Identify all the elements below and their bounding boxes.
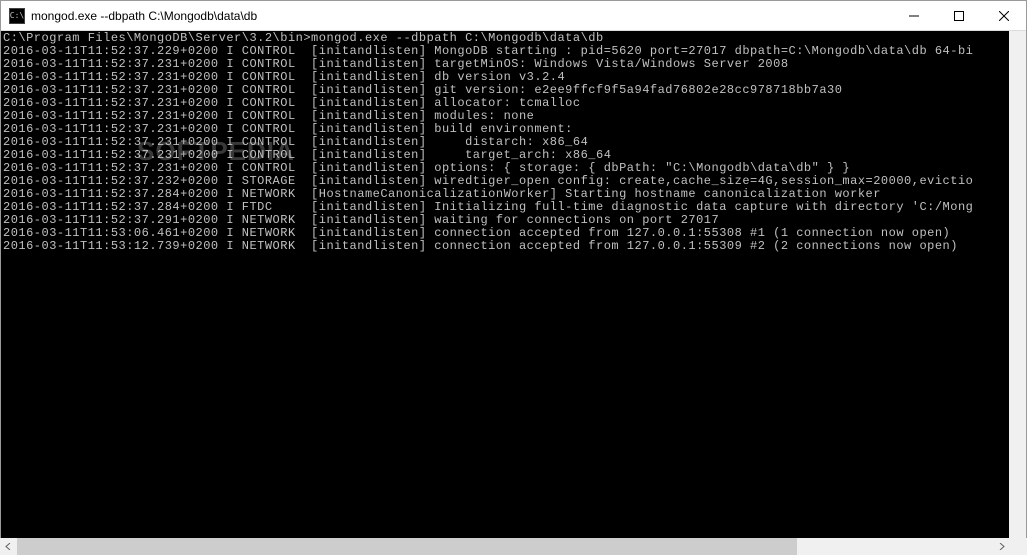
maximize-button[interactable] (936, 1, 981, 30)
scroll-thumb-horizontal[interactable] (17, 538, 797, 555)
scroll-right-arrow[interactable] (993, 538, 1010, 555)
window-controls (891, 1, 1026, 30)
chevron-right-icon (998, 543, 1005, 550)
minimize-button[interactable] (891, 1, 936, 30)
scroll-track-horizontal[interactable] (17, 538, 993, 555)
window-title: mongod.exe --dbpath C:\Mongodb\data\db (31, 9, 891, 23)
scroll-corner (1010, 538, 1027, 555)
cmd-icon: C:\ (9, 8, 25, 24)
minimize-icon (909, 11, 919, 21)
console-line: 2016-03-11T11:53:12.739+0200 I NETWORK [… (3, 240, 1026, 253)
close-icon (999, 11, 1009, 21)
chevron-left-icon (5, 543, 12, 550)
scroll-left-arrow[interactable] (0, 538, 17, 555)
maximize-icon (954, 11, 964, 21)
console-body[interactable]: C:\Program Files\MongoDB\Server\3.2\bin>… (1, 31, 1026, 540)
close-button[interactable] (981, 1, 1026, 30)
window-titlebar: C:\ mongod.exe --dbpath C:\Mongodb\data\… (1, 1, 1026, 31)
vertical-scrollbar[interactable] (1009, 31, 1026, 540)
horizontal-scrollbar[interactable] (0, 538, 1027, 555)
console-output: C:\Program Files\MongoDB\Server\3.2\bin>… (1, 31, 1026, 253)
